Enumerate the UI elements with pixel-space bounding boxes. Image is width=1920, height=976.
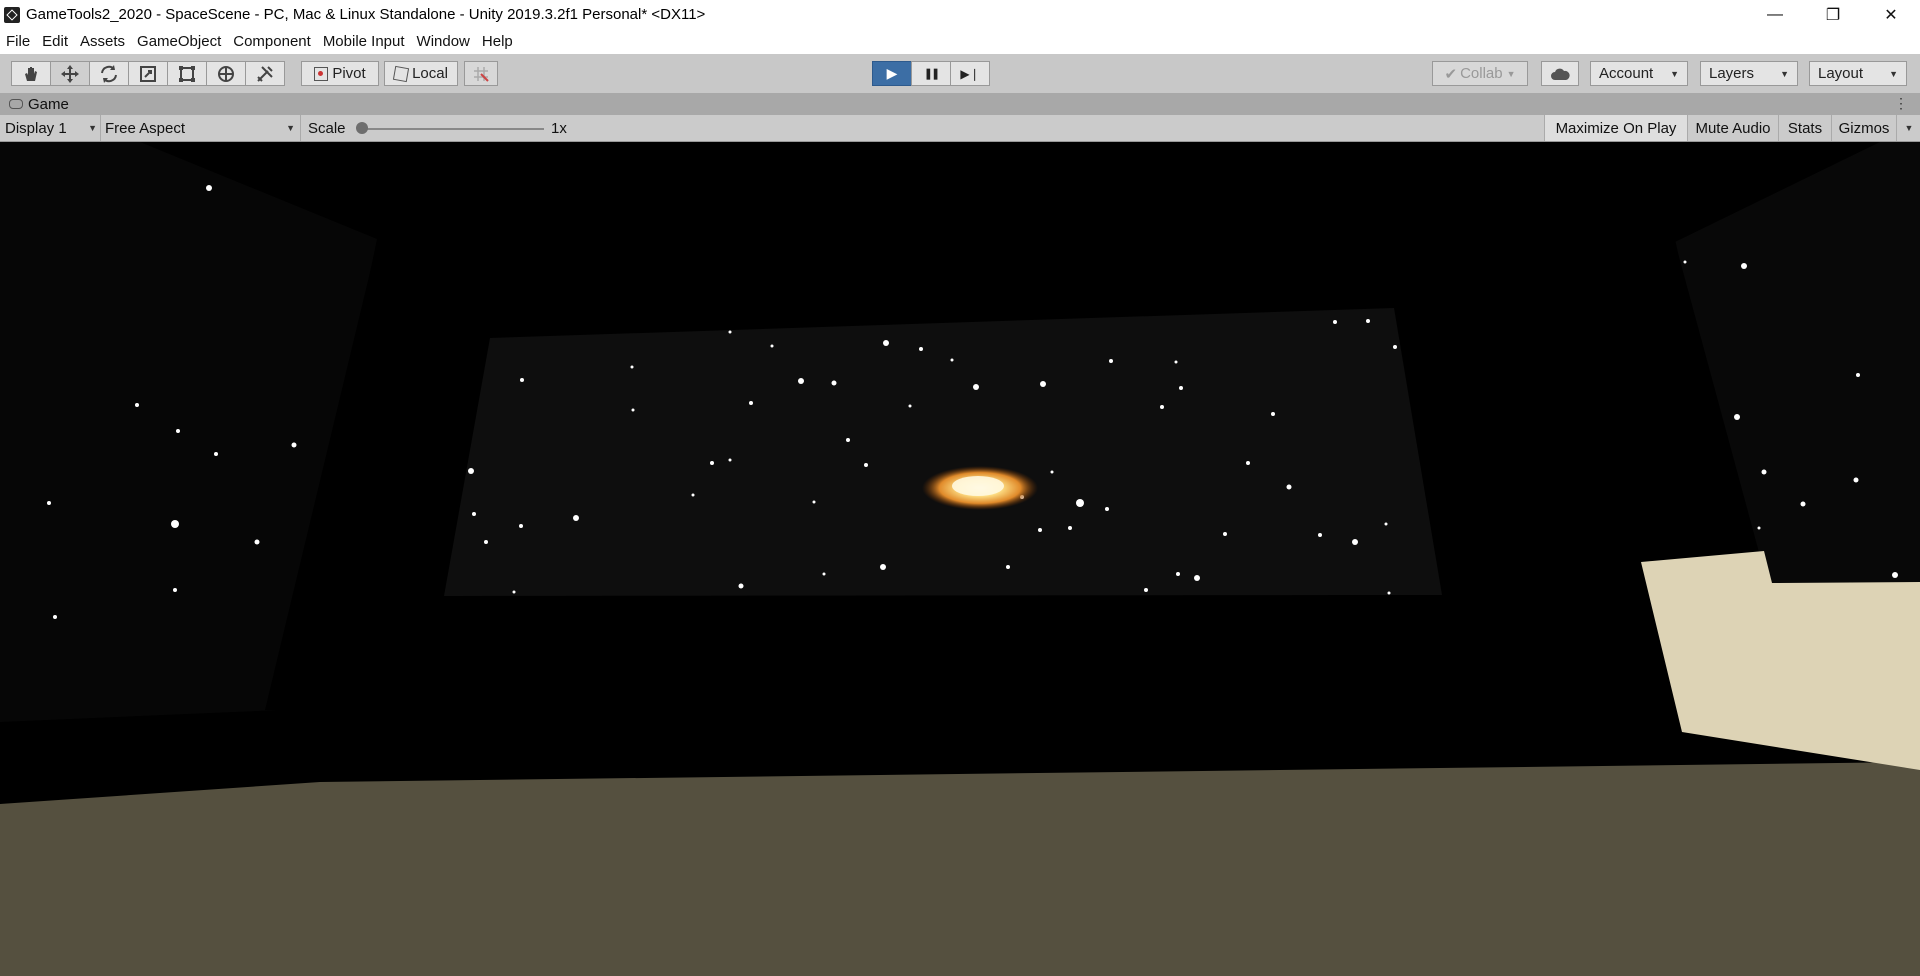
space-scene-render: [0, 142, 1920, 976]
pivot-icon: [314, 66, 329, 81]
display-dropdown[interactable]: Display 1 ▼: [5, 115, 97, 141]
grid-snap-icon: [474, 66, 489, 82]
rotate-tool-button[interactable]: [89, 61, 129, 86]
local-label: Local: [412, 65, 448, 82]
pivot-toggle[interactable]: Pivot: [301, 61, 379, 86]
collab-check-icon: ✔: [1444, 65, 1458, 83]
aspect-label: Free Aspect: [105, 119, 186, 137]
step-icon: ▶❘: [960, 66, 980, 81]
chevron-down-icon: ▼: [88, 123, 97, 133]
local-toggle[interactable]: Local: [384, 61, 458, 86]
transform-tool-icon: [218, 65, 234, 82]
star-screen: [444, 308, 1442, 596]
step-button[interactable]: ▶❘: [950, 61, 990, 86]
cloud-button[interactable]: [1541, 61, 1579, 86]
chevron-down-icon: ▼: [286, 123, 295, 133]
menu-file[interactable]: File: [0, 33, 36, 50]
pause-button[interactable]: ❚❚: [911, 61, 951, 86]
custom-tool-button[interactable]: [245, 61, 285, 86]
gamepad-icon: [9, 99, 23, 109]
rect-tool-button[interactable]: [167, 61, 207, 86]
floor-plane: [0, 762, 1920, 976]
game-view-viewport[interactable]: [0, 142, 1920, 976]
scale-slider-track[interactable]: [362, 128, 544, 130]
pause-icon: ❚❚: [923, 68, 941, 80]
layers-dropdown[interactable]: Layers ▼: [1700, 61, 1798, 86]
stats-toggle[interactable]: Stats: [1778, 115, 1831, 141]
gizmos-toggle[interactable]: Gizmos: [1831, 115, 1896, 141]
aspect-dropdown[interactable]: Free Aspect ▼: [105, 115, 295, 141]
maximize-on-play-label: Maximize On Play: [1555, 119, 1677, 137]
scale-label: Scale: [308, 119, 346, 137]
restore-button[interactable]: ❐: [1804, 0, 1862, 29]
chevron-down-icon: ▼: [1670, 68, 1679, 79]
divider: [100, 115, 101, 141]
local-cube-icon: [392, 65, 410, 82]
move-tool-icon: [61, 64, 79, 83]
maximize-on-play-toggle[interactable]: Maximize On Play: [1544, 115, 1687, 141]
menu-assets[interactable]: Assets: [74, 33, 131, 50]
move-tool-button[interactable]: [50, 61, 90, 86]
scale-tool-button[interactable]: [128, 61, 168, 86]
close-button[interactable]: ✕: [1862, 0, 1920, 29]
divider: [300, 115, 301, 141]
cloud-icon: [1551, 68, 1570, 80]
rect-tool-icon: [179, 65, 195, 82]
account-label: Account: [1599, 65, 1654, 82]
minimize-button[interactable]: —: [1746, 0, 1804, 29]
chevron-down-icon: ▼: [1889, 68, 1898, 79]
menu-component[interactable]: Component: [227, 33, 317, 50]
gizmos-label: Gizmos: [1838, 119, 1890, 137]
display-label: Display 1: [5, 119, 67, 137]
tab-game[interactable]: Game: [0, 96, 69, 113]
menu-help[interactable]: Help: [476, 33, 519, 50]
chevron-down-icon: ▼: [1904, 123, 1914, 133]
menu-window[interactable]: Window: [411, 33, 476, 50]
menu-edit[interactable]: Edit: [36, 33, 74, 50]
menu-mobile-input[interactable]: Mobile Input: [317, 33, 411, 50]
collab-dropdown[interactable]: ✔ Collab ▼: [1432, 61, 1528, 86]
custom-tool-icon: [257, 65, 273, 82]
tab-game-label: Game: [28, 95, 69, 113]
scale-value: 1x: [551, 119, 567, 137]
window-title: GameTools2_2020 - SpaceScene - PC, Mac &…: [26, 6, 706, 23]
kebab-menu-icon[interactable]: ⋮: [1894, 95, 1908, 112]
layout-label: Layout: [1818, 65, 1864, 82]
hand-tool-button[interactable]: [11, 61, 51, 86]
main-toolbar: Pivot Local ▶ ❚❚ ▶❘ ✔ Collab ▼ Account ▼…: [0, 54, 1920, 93]
layers-label: Layers: [1709, 65, 1755, 82]
stats-label: Stats: [1787, 119, 1823, 137]
pivot-label: Pivot: [332, 65, 366, 82]
snap-grid-button[interactable]: [464, 61, 498, 86]
gizmos-dropdown[interactable]: ▼: [1896, 115, 1920, 141]
mute-audio-toggle[interactable]: Mute Audio: [1687, 115, 1778, 141]
play-button[interactable]: ▶: [872, 61, 912, 86]
chevron-down-icon: ▼: [1506, 68, 1516, 79]
menu-bar: File Edit Assets GameObject Component Mo…: [0, 29, 1920, 54]
play-icon: ▶: [886, 65, 898, 81]
mute-audio-label: Mute Audio: [1695, 119, 1771, 137]
window-controls: — ❐ ✕: [1746, 0, 1920, 29]
collab-label: Collab: [1460, 65, 1503, 82]
unity-logo-icon: [4, 6, 20, 23]
chevron-down-icon: ▼: [1780, 68, 1789, 79]
rotate-tool-icon: [101, 64, 117, 83]
scale-slider-handle[interactable]: [356, 122, 368, 134]
game-tab-bar: Game ⋮: [0, 93, 1920, 115]
transform-tool-button[interactable]: [206, 61, 246, 86]
hand-tool-icon: [25, 66, 37, 81]
layout-dropdown[interactable]: Layout ▼: [1809, 61, 1907, 86]
account-dropdown[interactable]: Account ▼: [1590, 61, 1688, 86]
scale-tool-icon: [140, 65, 156, 82]
menu-gameobject[interactable]: GameObject: [131, 33, 227, 50]
title-bar: GameTools2_2020 - SpaceScene - PC, Mac &…: [0, 0, 1920, 29]
